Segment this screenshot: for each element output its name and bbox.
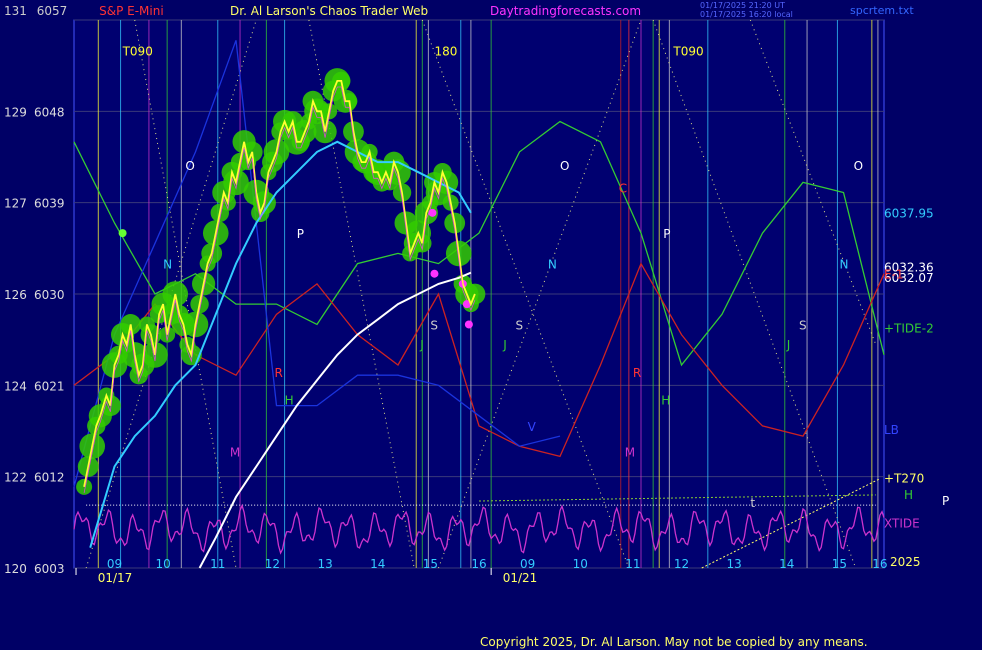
y-tick-label-left: 129 — [4, 105, 27, 119]
y-tick-label-left: 127 — [4, 197, 27, 211]
cycle-label: J — [419, 338, 424, 352]
x-hour-label: 14 — [779, 557, 794, 571]
author-title: Dr. Al Larson's Chaos Trader Web — [230, 4, 429, 18]
right-label: +TIDE-2 — [884, 322, 934, 336]
x-hour-label: 14 — [370, 557, 385, 571]
left-tick-top: 131 — [4, 4, 27, 18]
x-hour-label: 12 — [265, 557, 280, 571]
x-hour-label: 09 — [520, 557, 535, 571]
right-label: H — [904, 488, 913, 502]
cycle-label: N — [163, 258, 172, 272]
data-file-name: spcrtem.txt — [850, 4, 914, 17]
y-tick-label-price: 6003 — [34, 562, 65, 576]
cycle-label: C — [619, 182, 627, 196]
cycle-label: V — [528, 420, 537, 434]
marker-green — [118, 229, 127, 238]
cycle-label: R — [274, 366, 282, 380]
cycle-label: O — [854, 159, 863, 173]
x-hour-label: 13 — [727, 557, 742, 571]
magenta-marker — [430, 269, 439, 278]
y-tick-label-left: 122 — [4, 471, 27, 485]
x-hour-label: 16 — [471, 557, 486, 571]
right-label: E-1 — [884, 268, 904, 282]
cycle-label: M — [230, 445, 240, 459]
header-left: 131 6057 S&P E-Mini — [4, 4, 164, 18]
cycle-label: P — [297, 227, 304, 241]
x-hour-label: 10 — [155, 557, 170, 571]
x-hour-label: 12 — [674, 557, 689, 571]
timestamp-local: 01/17/2025 16:20 local — [700, 10, 793, 19]
copyright: Copyright 2025, Dr. Al Larson. May not b… — [480, 635, 868, 649]
x-hour-label: 09 — [107, 557, 122, 571]
cycle-label: N — [839, 258, 848, 272]
cycle-label: H — [285, 394, 294, 408]
cycle-label: N — [548, 258, 557, 272]
magenta-marker — [464, 320, 473, 329]
right-label: LB — [884, 423, 899, 437]
cycle-label: J — [786, 338, 791, 352]
site-link[interactable]: Daytradingforecasts.com — [490, 4, 641, 18]
right-label: P — [942, 494, 949, 508]
right-label: +T270 — [884, 472, 924, 486]
y-tick-label-price: 6048 — [34, 105, 65, 119]
cycle-label: J — [502, 338, 507, 352]
y-tick-label-price: 6039 — [34, 197, 65, 211]
cycle-label: 180 — [434, 45, 457, 59]
cycle-label: T090 — [122, 45, 153, 59]
cycle-label: S — [515, 319, 523, 333]
cycle-label: O — [560, 159, 569, 173]
x-hour-label: 15 — [832, 557, 847, 571]
y-tick-label-price: 6030 — [34, 288, 65, 302]
x-hour-label: 11 — [210, 557, 225, 571]
cycle-label: P — [663, 227, 670, 241]
cycle-label: S — [799, 319, 807, 333]
cycle-label: T090 — [672, 45, 703, 59]
cycle-label: M — [625, 445, 635, 459]
y-tick-label-price: 6021 — [34, 379, 65, 393]
x-hour-label: 10 — [573, 557, 588, 571]
y-tick-label-left: 126 — [4, 288, 27, 302]
x-date-label: 01/17 — [98, 571, 133, 585]
x-hour-label: 16 — [872, 557, 887, 571]
x-hour-label: 15 — [423, 557, 438, 571]
y-tick-label-left: 124 — [4, 379, 27, 393]
chart-svg: 129 6048 127 6039 126 6030 124 6021 122 6012 120 60… — [4, 19, 949, 585]
cycle-label: S — [430, 319, 438, 333]
timestamp-ut: 01/17/2025 21:20 UT — [700, 1, 785, 10]
cycle-label: R — [633, 366, 641, 380]
year-label: 2025 — [890, 555, 921, 569]
price-tick-top: 6057 — [36, 4, 68, 18]
x-hour-label: 11 — [625, 557, 640, 571]
right-label: 6037.95 — [884, 206, 934, 220]
cycle-label: t — [750, 496, 755, 510]
right-label: XTIDE — [884, 516, 920, 530]
cycle-label: O — [185, 159, 194, 173]
cycle-label: H — [661, 394, 670, 408]
x-date-label: 01/21 — [503, 571, 538, 585]
x-hour-label: 13 — [317, 557, 332, 571]
y-tick-label-price: 6012 — [34, 471, 65, 485]
y-tick-label-left: 120 — [4, 562, 27, 576]
instrument-title: S&P E-Mini — [99, 4, 164, 18]
